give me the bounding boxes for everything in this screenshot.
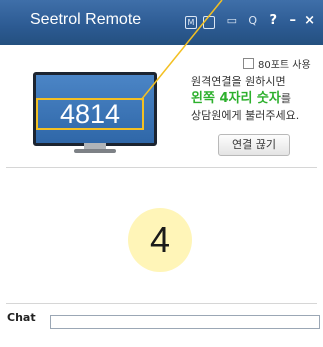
instruction-emphasis-suffix: 를 [280, 92, 291, 105]
instruction-emphasis: 왼쪽 4자리 숫자 [191, 91, 281, 106]
minimize-icon[interactable]: – [290, 14, 297, 28]
search-icon[interactable]: Q [248, 14, 257, 28]
connection-code: 4814 [59, 99, 121, 129]
instruction-line-1: 원격연결을 원하시면 [191, 75, 286, 88]
help-icon[interactable]: ? [269, 14, 277, 28]
instruction-line-2: 왼쪽 4자리 숫자를 [191, 90, 319, 107]
disconnect-button[interactable]: 연결 끊기 [218, 134, 290, 156]
instructions: 원격연결을 원하시면 왼쪽 4자리 숫자를 상담원에게 불러주세요. [191, 73, 319, 124]
port-80-checkbox[interactable] [243, 58, 254, 69]
step-badge: 4 [128, 208, 192, 272]
title-bar: Seetrol Remote M ▭ Q ? – × [0, 0, 323, 45]
instruction-line-3: 상담원에게 불러주세요. [191, 109, 300, 122]
monitor-icon[interactable]: ▭ [227, 14, 237, 28]
window-icon[interactable] [203, 16, 215, 29]
port-80-label: 80포트 사용 [258, 60, 311, 71]
app-title: Seetrol Remote [30, 11, 142, 28]
chat-label: Chat [7, 311, 36, 324]
port-80-option[interactable]: 80포트 사용 [243, 56, 311, 71]
monitor-base-icon [74, 149, 116, 153]
close-icon[interactable]: × [304, 14, 315, 28]
chat-input[interactable] [50, 315, 320, 329]
mode-m-icon[interactable]: M [185, 16, 197, 29]
